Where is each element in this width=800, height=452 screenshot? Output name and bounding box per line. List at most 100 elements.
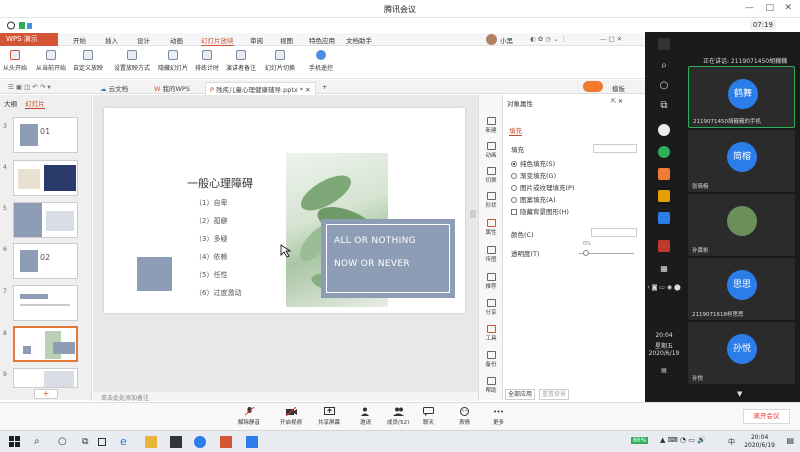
quick-access-icons[interactable]: ☰ ▣ ◫ ↶ ↷ ▾ <box>4 82 55 92</box>
tab-home[interactable]: 开始 <box>73 35 86 45</box>
from-current-button[interactable]: 从当前开始 <box>36 50 66 72</box>
slide-thumbnail[interactable]: 01 <box>13 117 78 153</box>
mail-icon[interactable] <box>194 436 206 448</box>
cortana-icon[interactable]: ○ <box>645 80 683 91</box>
recommend-tool[interactable]: 推荐 <box>479 273 503 290</box>
app-icon[interactable] <box>98 438 106 446</box>
tool-icon[interactable] <box>658 240 670 252</box>
windows-start-icon[interactable] <box>9 436 21 448</box>
hide-bg-option[interactable]: 隐藏背景图形(H) <box>511 206 569 216</box>
template-button[interactable]: 模板 <box>608 82 629 94</box>
emoji-button[interactable]: 表情 <box>459 407 470 426</box>
slide-thumbnail[interactable]: 02 <box>13 243 78 279</box>
new-tool[interactable]: 新建 <box>479 117 503 134</box>
calculator-icon[interactable]: ▦ <box>645 264 683 273</box>
tab-animation[interactable]: 动画 <box>170 35 183 45</box>
windows-icon[interactable] <box>658 38 670 50</box>
battery-indicator[interactable]: 86% <box>631 437 649 444</box>
tab-doc-assistant[interactable]: 文档助手 <box>346 35 372 45</box>
new-tab-button[interactable]: + <box>318 82 331 92</box>
taskbar-clock[interactable]: 20:04 2020/6/19 <box>744 434 775 450</box>
slide-scroll-handle[interactable] <box>470 210 476 218</box>
tools-tool[interactable]: 工具 <box>479 325 503 342</box>
tray-icons[interactable]: ‹ ◙ ▭ ◉ ⬤ <box>645 284 683 291</box>
tab-design[interactable]: 设计 <box>137 35 150 45</box>
tab-view[interactable]: 视图 <box>280 35 293 45</box>
app-icon[interactable] <box>658 124 670 136</box>
start-video-button[interactable]: 开启视频 <box>280 407 302 426</box>
cloud-docs-tab[interactable]: ☁ 云文档 <box>96 82 132 94</box>
fill-tab[interactable]: 填充 <box>509 125 522 136</box>
minimize-icon[interactable]: — <box>745 3 754 13</box>
meeting-taskbar-icon[interactable] <box>658 212 670 224</box>
chat-button[interactable]: 聊天 <box>423 407 434 426</box>
promo-badge[interactable] <box>583 81 603 92</box>
edge-icon[interactable]: e <box>120 436 132 448</box>
picture-fill-option[interactable]: 图片或纹理填充(P) <box>511 182 575 192</box>
custom-show-button[interactable]: 自定义放映 <box>73 50 103 72</box>
help-icons[interactable]: ◐ ✿ ◷ ⌄ ⋮ <box>530 35 567 43</box>
leave-meeting-button[interactable]: 离开会议 <box>743 409 790 424</box>
rehearse-timing-button[interactable]: 排练计时 <box>195 50 219 72</box>
status-icons[interactable] <box>7 21 33 30</box>
from-start-button[interactable]: 从头开始 <box>3 50 27 72</box>
animation-tool[interactable]: 动画 <box>479 142 503 159</box>
add-slide-button[interactable]: + <box>34 389 58 399</box>
transparency-slider-handle[interactable] <box>583 250 589 256</box>
ime-indicator[interactable]: 中 <box>728 437 735 447</box>
slide-thumbnail[interactable] <box>13 285 78 321</box>
tab-review[interactable]: 审阅 <box>250 35 263 45</box>
decorative-square[interactable] <box>137 257 172 291</box>
gradient-fill-option[interactable]: 渐变填充(G) <box>511 170 556 180</box>
task-view-icon[interactable]: ⧉ <box>645 100 683 111</box>
pattern-fill-option[interactable]: 图案填充(A) <box>511 194 556 204</box>
my-wps-tab[interactable]: W 我的WPS <box>150 82 194 94</box>
user-name[interactable]: 小黑 <box>500 35 513 45</box>
search-icon[interactable]: ⌕ <box>34 436 46 448</box>
wps-app-menu[interactable]: WPS 演示 <box>0 33 58 46</box>
task-view-icon[interactable]: ⧉ <box>82 436 94 448</box>
participant-card[interactable]: 孙黄彬 <box>688 194 795 256</box>
cortana-icon[interactable]: ○ <box>58 436 70 448</box>
apply-all-button[interactable]: 全部应用 <box>505 389 536 400</box>
participant-card[interactable]: 鹤舞 2119071450胡巍巍的手机 <box>688 66 795 128</box>
more-button[interactable]: 更多 <box>493 407 504 426</box>
tab-insert[interactable]: 插入 <box>105 35 118 45</box>
browser-icon[interactable] <box>658 146 670 158</box>
wps-app-icon[interactable] <box>220 436 232 448</box>
participant-card[interactable]: 思思 2119071618柯思思 <box>688 258 795 320</box>
color-picker[interactable] <box>591 228 637 237</box>
slide-thumbnail-selected[interactable] <box>13 326 78 362</box>
slide-canvas[interactable]: 一般心理障碍 （1）自卑 （2）孤僻 （3）多疑 （4）依赖 （5）任性 （6）… <box>104 108 465 313</box>
slide-thumbnail[interactable] <box>13 202 78 238</box>
slide-thumbnail[interactable] <box>13 368 78 388</box>
speaker-notes-button[interactable]: 演讲者备注 <box>226 50 256 72</box>
search-icon[interactable]: ⌕ <box>645 60 683 71</box>
upload-image-tool[interactable]: 传图 <box>479 246 503 263</box>
share-tool[interactable]: 分享 <box>479 299 503 316</box>
participant-card[interactable]: 简榕 张简榕 <box>688 130 795 192</box>
tencent-meeting-icon[interactable] <box>246 436 258 448</box>
tray-icons[interactable]: ▲ ⌨ ◔ ▭ 🔊 <box>660 436 706 444</box>
close-icon[interactable]: ✕ <box>784 3 792 13</box>
quote-box[interactable]: ALL OR NOTHING NOW OR NEVER <box>321 219 455 298</box>
solid-fill-option[interactable]: 纯色填充(S) <box>511 158 555 168</box>
file-explorer-icon[interactable] <box>145 436 157 448</box>
phone-remote-button[interactable]: 手机遥控 <box>309 50 333 72</box>
show-settings-button[interactable]: 设置放映方式 <box>114 50 150 72</box>
folder-icon[interactable] <box>658 190 670 202</box>
backup-tool[interactable]: 备份 <box>479 351 503 368</box>
help-tool[interactable]: 帮助 <box>479 377 503 394</box>
reset-bg-button[interactable]: 重置背景 <box>538 389 569 400</box>
outline-tab[interactable]: 大纲 <box>4 100 17 108</box>
participant-card[interactable]: 孙悦 孙悦 <box>688 322 795 384</box>
notification-center-icon[interactable]: ▤ <box>786 436 794 445</box>
slide-heading[interactable]: 一般心理障碍 <box>187 175 253 191</box>
maximize-icon[interactable]: □ <box>765 3 774 13</box>
tab-slideshow[interactable]: 幻灯片放映 <box>201 35 234 46</box>
notification-icon[interactable]: ▤ <box>645 367 683 374</box>
fill-dropdown[interactable] <box>593 144 637 153</box>
share-screen-button[interactable]: 共享屏幕 <box>318 407 340 426</box>
current-doc-tab[interactable]: P 残疾儿童心理健康辅导.pptx * ✕ <box>205 82 316 95</box>
unmute-button[interactable]: 解除静音 <box>238 407 260 426</box>
